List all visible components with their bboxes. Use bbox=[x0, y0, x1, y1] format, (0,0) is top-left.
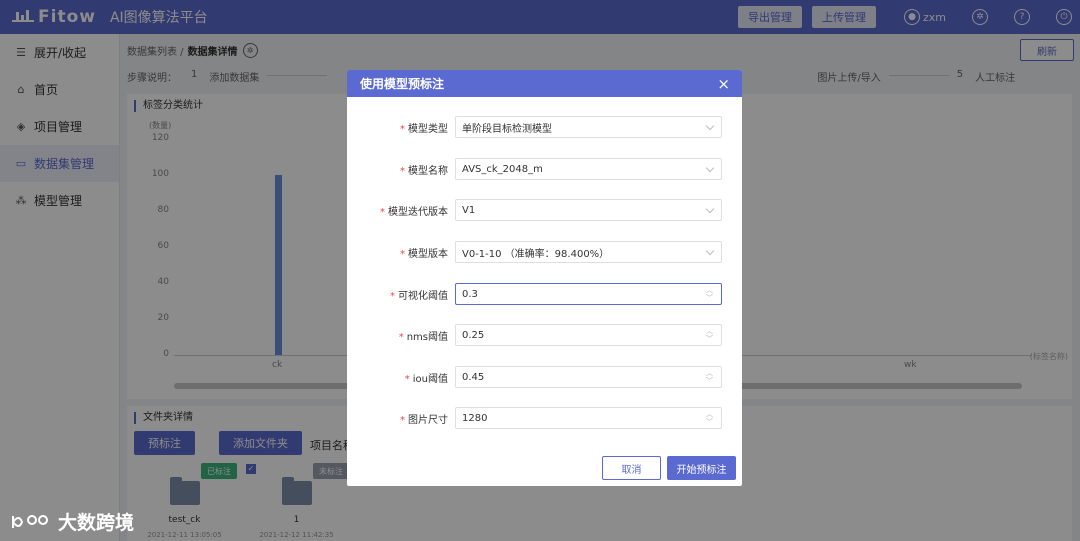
stepper-icon[interactable]: ︿ ﹀ bbox=[706, 410, 713, 426]
chevron-down-icon bbox=[705, 163, 715, 173]
watermark-logo-icon bbox=[12, 514, 48, 528]
form-row-model-type: * 模型类型 单阶段目标检测模型 bbox=[347, 116, 742, 138]
image-size-input[interactable]: 1280 ︿ ﹀ bbox=[455, 407, 722, 429]
form-row-iou-threshold: * iou阈值 0.45 ︿ ﹀ bbox=[347, 366, 742, 388]
chevron-down-icon bbox=[705, 246, 715, 256]
field-label: * 模型版本 bbox=[400, 249, 448, 260]
stepper-icon[interactable]: ︿ ﹀ bbox=[706, 286, 713, 302]
stepper-icon[interactable]: ︿ ﹀ bbox=[706, 327, 713, 343]
field-label: * 模型类型 bbox=[400, 124, 448, 135]
form-row-image-size: * 图片尺寸 1280 ︿ ﹀ bbox=[347, 407, 742, 429]
watermark-text: 大数跨境 bbox=[58, 512, 135, 534]
cancel-button[interactable]: 取消 bbox=[602, 456, 661, 480]
chevron-down-icon bbox=[705, 204, 715, 214]
form-row-model-name: * 模型名称 AVS_ck_2048_m bbox=[347, 158, 742, 180]
field-label: * 模型名称 bbox=[400, 166, 448, 177]
dialog-header: 使用模型预标注 × bbox=[347, 70, 742, 97]
model-name-select[interactable]: AVS_ck_2048_m bbox=[455, 158, 722, 180]
field-label: * 模型迭代版本 bbox=[380, 207, 448, 218]
watermark: 大数跨境 bbox=[10, 508, 134, 535]
close-icon[interactable]: × bbox=[717, 75, 730, 93]
start-pre-label-button[interactable]: 开始预标注 bbox=[667, 456, 736, 480]
field-label: * nms阈值 bbox=[398, 332, 448, 343]
model-type-select[interactable]: 单阶段目标检测模型 bbox=[455, 116, 722, 138]
iou-threshold-input[interactable]: 0.45 ︿ ﹀ bbox=[455, 366, 722, 388]
dialog-title: 使用模型预标注 bbox=[360, 77, 445, 91]
field-label: * iou阈值 bbox=[404, 374, 448, 385]
chevron-down-icon bbox=[705, 121, 715, 131]
model-version-select[interactable]: V0-1-10 （准确率：98.400%） bbox=[455, 241, 722, 263]
nms-threshold-input[interactable]: 0.25 ︿ ﹀ bbox=[455, 324, 722, 346]
field-label: * 图片尺寸 bbox=[400, 415, 448, 426]
form-row-model-iteration: * 模型迭代版本 V1 bbox=[347, 199, 742, 221]
form-row-visual-threshold: * 可视化阈值 0.3 ︿ ﹀ bbox=[347, 283, 742, 305]
stepper-icon[interactable]: ︿ ﹀ bbox=[706, 369, 713, 385]
field-label: * 可视化阈值 bbox=[390, 291, 448, 302]
visual-threshold-input[interactable]: 0.3 ︿ ﹀ bbox=[455, 283, 722, 305]
pre-label-dialog: 使用模型预标注 × * 模型类型 单阶段目标检测模型 * 模型名称 AVS_ck_2… bbox=[347, 70, 742, 486]
model-iteration-select[interactable]: V1 bbox=[455, 199, 722, 221]
form-row-model-version: * 模型版本 V0-1-10 （准确率：98.400%） bbox=[347, 241, 742, 263]
form-row-nms-threshold: * nms阈值 0.25 ︿ ﹀ bbox=[347, 324, 742, 346]
